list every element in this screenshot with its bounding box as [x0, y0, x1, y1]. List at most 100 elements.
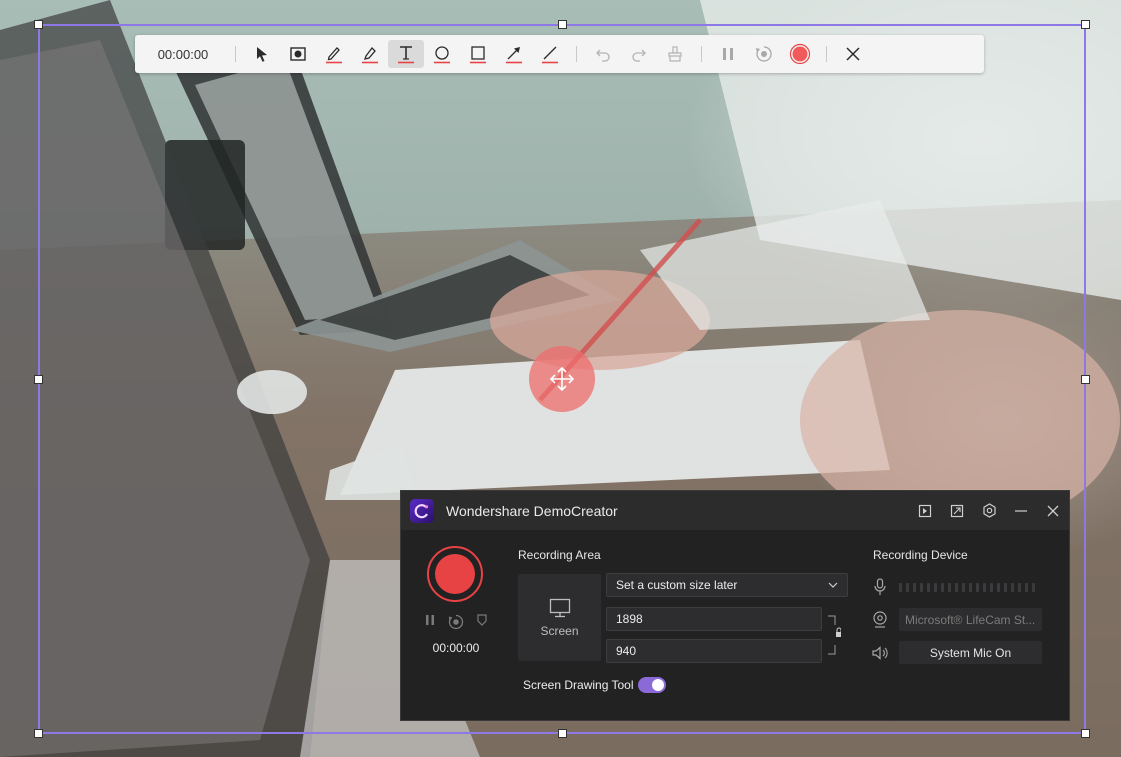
close-icon: [1047, 505, 1059, 516]
redo-icon: [632, 49, 646, 62]
system-audio-select[interactable]: System Mic On: [899, 641, 1042, 664]
audio-row: System Mic On: [870, 641, 1042, 664]
spotlight-tool-button[interactable]: [280, 40, 316, 68]
screen-mode-button[interactable]: Screen: [518, 574, 601, 661]
settings-icon: [982, 503, 996, 518]
record-controls: 00:00:00: [421, 546, 493, 655]
close-icon: [846, 47, 860, 61]
move-region-handle[interactable]: [529, 346, 595, 412]
screen-drawing-tool-toggle[interactable]: [637, 677, 666, 693]
rectangle-tool-button[interactable]: [460, 40, 496, 68]
cursor-arrow-icon: [257, 47, 267, 62]
screen-drawing-toolbar: 00:00:00: [135, 35, 984, 73]
microphone-level-meter: [899, 582, 1039, 592]
screen-drawing-tool-label: Screen Drawing Tool: [523, 678, 634, 692]
restart-icon: [756, 46, 772, 62]
select-tool-button[interactable]: [244, 40, 280, 68]
resize-handle-bottom-left[interactable]: [34, 729, 43, 738]
line-icon: [542, 46, 558, 64]
camera-row: Microsoft® LifeCam St...: [870, 608, 1042, 631]
toolbar-separator: [235, 46, 236, 62]
microphone-glyph: [874, 578, 886, 595]
pen-icon: [326, 47, 342, 64]
width-input[interactable]: 1898: [606, 607, 822, 631]
screen-drawing-tool-row: Screen Drawing Tool: [523, 677, 666, 693]
height-input[interactable]: 940: [606, 639, 822, 663]
arrow-tool-button[interactable]: [496, 40, 532, 68]
toggle-knob: [651, 679, 664, 691]
pip-button[interactable]: [941, 491, 973, 530]
record-timer: 00:00:00: [432, 641, 480, 655]
sidebar-toggle-icon: [918, 504, 932, 517]
record-button-dot: [435, 554, 475, 594]
webcam-icon[interactable]: [870, 610, 890, 629]
resize-handle-bottom-right[interactable]: [1081, 729, 1090, 738]
speaker-icon[interactable]: [870, 645, 890, 660]
resize-handle-top-right[interactable]: [1081, 20, 1090, 29]
drawing-toolbar-timer: 00:00:00: [157, 46, 209, 62]
close-toolbar-button[interactable]: [835, 40, 871, 68]
line-tool-button[interactable]: [532, 40, 568, 68]
restart-icon[interactable]: [447, 613, 465, 631]
ellipse-icon: [434, 46, 450, 64]
width-value: 1898: [616, 612, 643, 626]
move-arrows-icon: [549, 366, 575, 392]
minimize-button[interactable]: [1005, 491, 1037, 530]
record-toolbar-button[interactable]: [782, 40, 818, 68]
undo-icon: [596, 49, 610, 62]
chevron-down-icon: [828, 582, 838, 588]
rectangle-icon: [470, 46, 486, 64]
eraser-broom-icon: [668, 46, 682, 62]
restart-recording-button[interactable]: [746, 40, 782, 68]
shield-icon[interactable]: [476, 613, 488, 627]
redo-button[interactable]: [621, 40, 657, 68]
microphone-row: [870, 578, 1039, 596]
screen-label: Screen: [540, 623, 579, 638]
panel-titlebar[interactable]: Wondershare DemoCreator: [401, 491, 1069, 530]
arrow-icon: [506, 47, 522, 64]
pen-tool-button[interactable]: [316, 40, 352, 68]
size-select-value: Set a custom size later: [616, 578, 738, 592]
logo-mark: [414, 503, 429, 518]
microphone-icon[interactable]: [870, 578, 890, 596]
text-icon: [398, 46, 414, 64]
spotlight-icon: [290, 47, 306, 61]
pause-icon[interactable]: [424, 613, 436, 627]
record-secondary-controls: [421, 613, 491, 631]
camera-select[interactable]: Microsoft® LifeCam St...: [899, 608, 1042, 631]
resize-handle-top[interactable]: [558, 20, 567, 29]
democreator-logo-icon: [410, 498, 434, 523]
recording-area-label: Recording Area: [518, 548, 601, 562]
clear-drawing-button[interactable]: [657, 40, 693, 68]
start-recording-button[interactable]: [427, 546, 483, 602]
toolbar-separator: [701, 46, 702, 62]
highlighter-icon: [362, 47, 378, 64]
pause-icon: [723, 48, 733, 60]
highlighter-tool-button[interactable]: [352, 40, 388, 68]
sidebar-toggle-button[interactable]: [909, 491, 941, 530]
speaker-glyph: [872, 645, 888, 660]
close-panel-button[interactable]: [1037, 491, 1069, 530]
ellipse-tool-button[interactable]: [424, 40, 460, 68]
titlebar-controls: [909, 491, 1069, 530]
undo-button[interactable]: [585, 40, 621, 68]
settings-button[interactable]: [973, 491, 1005, 530]
toolbar-separator: [826, 46, 827, 62]
toolbar-separator: [576, 46, 577, 62]
minimize-icon: [1015, 509, 1027, 512]
aspect-lock-icon[interactable]: [827, 615, 841, 655]
pip-icon: [950, 504, 964, 517]
pause-recording-button[interactable]: [710, 40, 746, 68]
recording-device-label: Recording Device: [873, 548, 968, 562]
height-value: 940: [616, 644, 637, 658]
recording-size-select[interactable]: Set a custom size later: [606, 573, 848, 597]
resize-handle-right[interactable]: [1081, 375, 1090, 384]
webcam-glyph: [873, 610, 887, 628]
monitor-icon: [549, 598, 570, 617]
resize-handle-left[interactable]: [34, 375, 43, 384]
text-tool-button[interactable]: [388, 40, 424, 68]
resize-handle-top-left[interactable]: [34, 20, 43, 29]
resize-handle-bottom[interactable]: [558, 729, 567, 738]
app-title: Wondershare DemoCreator: [446, 502, 618, 519]
democreator-recorder-panel: Wondershare DemoCreator 00:00:00 Recordi…: [400, 490, 1070, 721]
